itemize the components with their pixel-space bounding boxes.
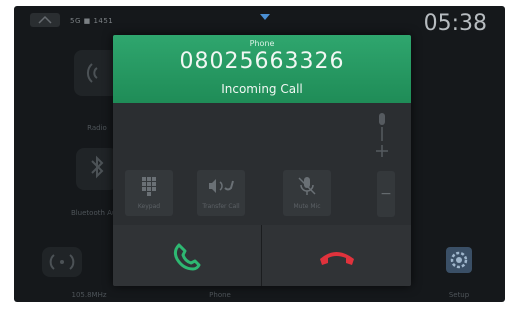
caller-number: 08025663326 (179, 49, 345, 74)
incoming-call-dialog: Phone 08025663326 Incoming Call Keypad T… (113, 35, 411, 286)
bluetooth-icon (91, 155, 104, 179)
setup-tile-label: Setup (448, 291, 470, 299)
mic-volume-icon (376, 113, 388, 157)
phone-answer-icon (173, 243, 201, 271)
call-header: Phone 08025663326 Incoming Call (113, 35, 411, 103)
call-status: Incoming Call (221, 82, 303, 96)
mute-mic-button[interactable]: Mute Mic (283, 170, 331, 216)
mute-mic-icon (298, 177, 316, 195)
keypad-label: Keypad (137, 203, 161, 210)
frequency-label: 105.8MHz (71, 291, 107, 299)
transfer-call-label: Transfer Call (202, 203, 240, 210)
status-bar: 5G ■ 1451 05:38 (14, 6, 505, 36)
phone-tile-label: Phone (209, 291, 231, 299)
radio-wave-icon (49, 254, 75, 270)
decline-button[interactable] (262, 225, 411, 286)
keypad-button[interactable]: Keypad (125, 170, 173, 216)
gear-icon (450, 251, 468, 269)
clock: 05:38 (423, 11, 487, 36)
keypad-icon (142, 177, 156, 196)
head-unit-screen: 5G ■ 1451 05:38 Radio Bluetooth Audio 10… (14, 6, 505, 302)
radio-mini-tile (42, 247, 82, 277)
mic-volume-slider[interactable] (375, 111, 389, 163)
transfer-call-icon (209, 179, 234, 193)
phone-decline-icon (320, 252, 354, 265)
dialog-title: Phone (249, 39, 275, 48)
answer-button[interactable] (113, 225, 261, 286)
call-controls: Keypad Transfer Call Mute Mic − (113, 103, 411, 225)
home-icon[interactable] (30, 13, 60, 27)
mute-mic-label: Mute Mic (293, 203, 321, 210)
setup-tile (446, 247, 472, 273)
volume-down-button[interactable]: − (377, 171, 395, 217)
transfer-call-button[interactable]: Transfer Call (197, 170, 245, 216)
bluetooth-tile (76, 148, 118, 190)
chevron-down-icon[interactable] (260, 14, 270, 20)
status-indicators: 5G ■ 1451 (70, 17, 114, 25)
